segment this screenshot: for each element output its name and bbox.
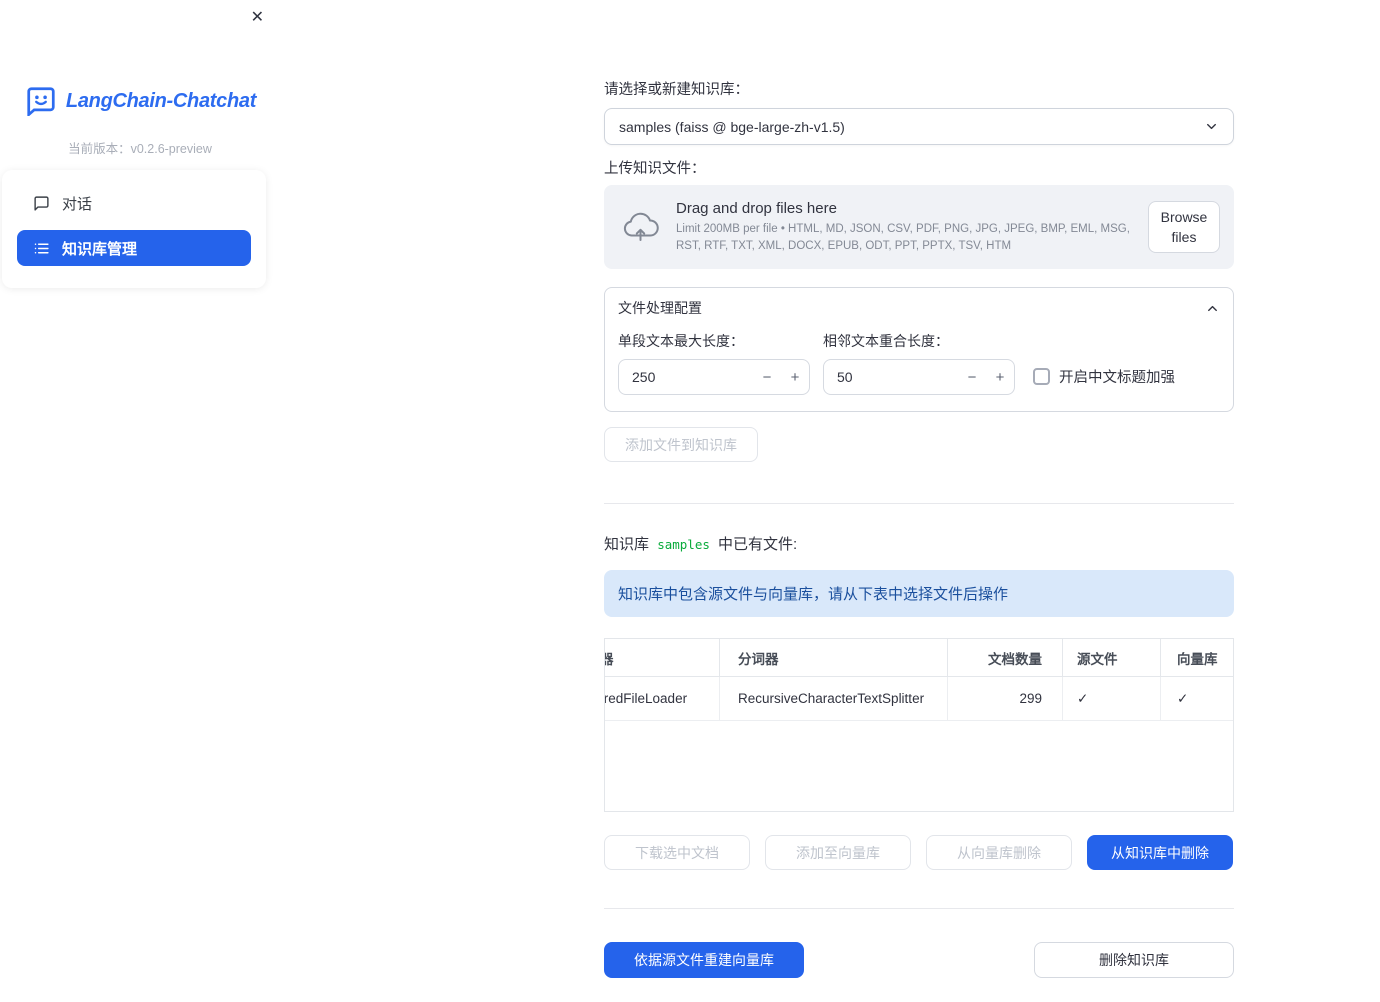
upload-cloud-icon: [620, 211, 660, 243]
col-header-doc-count[interactable]: 文档数量: [948, 639, 1063, 676]
list-icon: [33, 240, 50, 257]
overlap-length-value[interactable]: 50: [824, 360, 958, 394]
kb-actions: 依据源文件重建向量库 删除知识库: [604, 942, 1234, 978]
sidebar-item-dialogue[interactable]: 对话: [17, 184, 251, 222]
existing-suffix: 中已有文件:: [718, 536, 798, 553]
info-banner: 知识库中包含源文件与向量库，请从下表中选择文件后操作: [604, 570, 1234, 617]
main-area: 请选择或新建知识库： samples (faiss @ bge-large-zh…: [280, 0, 1380, 1002]
sidebar-item-label: 对话: [62, 195, 93, 213]
chevron-up-icon: [1205, 301, 1220, 316]
max-length-value[interactable]: 250: [619, 360, 753, 394]
col-header-source-file[interactable]: 源文件: [1063, 639, 1161, 676]
col-header-splitter[interactable]: 分词器: [720, 639, 948, 676]
col-header-loader[interactable]: 文档加载器: [605, 639, 720, 676]
sidebar: ✕ LangChain-Chatchat 当前版本：v0.2.6-preview…: [0, 0, 280, 1002]
download-selected-button[interactable]: 下载选中文档: [604, 835, 750, 870]
col-header-vector-store[interactable]: 向量库: [1161, 639, 1233, 676]
rebuild-vector-store-button[interactable]: 依据源文件重建向量库: [604, 942, 804, 978]
chevron-down-icon: [1204, 119, 1219, 134]
kb-select[interactable]: samples (faiss @ bge-large-zh-v1.5): [604, 108, 1234, 145]
dropzone-limit-text: Limit 200MB per file • HTML, MD, JSON, C…: [676, 223, 1130, 252]
checkbox-box[interactable]: [1033, 368, 1050, 385]
upload-label: 上传知识文件：: [604, 161, 706, 177]
files-table[interactable]: 文档加载器 分词器 文档数量 源文件 向量库 UnstructuredFileL…: [604, 638, 1234, 812]
delete-kb-button[interactable]: 删除知识库: [1034, 942, 1234, 978]
max-length-label: 单段文本最大长度：: [618, 333, 744, 349]
kb-name-code: samples: [657, 537, 710, 552]
add-to-vector-store-button[interactable]: 添加至向量库: [765, 835, 911, 870]
overlap-length-input[interactable]: 50 − +: [823, 359, 1015, 395]
sidebar-item-kb-management[interactable]: 知识库管理: [17, 230, 251, 266]
zh-title-checkbox[interactable]: 开启中文标题加强: [1033, 366, 1175, 387]
table-row[interactable]: UnstructuredFileLoader RecursiveCharacte…: [605, 677, 1233, 721]
cell-source-file-check: ✓: [1063, 677, 1161, 720]
overlap-length-label: 相邻文本重合长度：: [823, 333, 949, 349]
decrement-button[interactable]: −: [753, 360, 781, 394]
increment-button[interactable]: +: [986, 360, 1014, 394]
divider: [604, 908, 1234, 909]
sidebar-item-label: 知识库管理: [62, 240, 138, 258]
version-label: 当前版本：v0.2.6-preview: [68, 142, 212, 156]
file-dropzone[interactable]: Drag and drop files here Limit 200MB per…: [604, 185, 1234, 269]
chat-bubble-icon: [33, 195, 50, 212]
app-logo: LangChain-Chatchat: [0, 86, 280, 116]
app-title: LangChain-Chatchat: [65, 89, 257, 112]
existing-prefix: 知识库: [604, 536, 650, 553]
row-actions: 下载选中文档 添加至向量库 从向量库删除 从知识库中删除: [604, 835, 1234, 870]
divider: [604, 503, 1234, 504]
cell-vector-store-check: ✓: [1177, 690, 1189, 706]
max-length-input[interactable]: 250 − +: [618, 359, 810, 395]
expander-title: 文件处理配置: [618, 300, 702, 316]
increment-button[interactable]: +: [781, 360, 809, 394]
logo-chat-icon: [24, 86, 58, 116]
table-header-row: 文档加载器 分词器 文档数量 源文件 向量库: [605, 639, 1233, 677]
checkbox-label: 开启中文标题加强: [1059, 370, 1175, 386]
delete-from-kb-button[interactable]: 从知识库中删除: [1087, 835, 1233, 870]
info-text: 知识库中包含源文件与向量库，请从下表中选择文件后操作: [618, 586, 1009, 603]
cell-doc-count: 299: [948, 677, 1063, 720]
kb-select-value: samples (faiss @ bge-large-zh-v1.5): [619, 118, 845, 135]
expander-header[interactable]: 文件处理配置: [605, 288, 1233, 328]
cell-loader: UnstructuredFileLoader: [605, 677, 720, 720]
decrement-button[interactable]: −: [958, 360, 986, 394]
existing-files-line: 知识库 samples 中已有文件:: [604, 534, 1234, 556]
cell-splitter: RecursiveCharacterTextSplitter: [720, 677, 948, 720]
dropzone-title: Drag and drop files here: [676, 200, 837, 218]
delete-from-vector-store-button[interactable]: 从向量库删除: [926, 835, 1072, 870]
kb-select-label: 请选择或新建知识库：: [604, 82, 749, 98]
sidebar-nav: 对话 知识库管理: [2, 170, 266, 288]
file-config-expander: 文件处理配置 单段文本最大长度： 250 − + 相邻文本重合长度： 50 − …: [604, 287, 1234, 412]
add-files-button[interactable]: 添加文件到知识库: [604, 427, 758, 462]
browse-files-button[interactable]: Browse files: [1148, 200, 1220, 254]
close-icon[interactable]: ✕: [249, 8, 266, 28]
